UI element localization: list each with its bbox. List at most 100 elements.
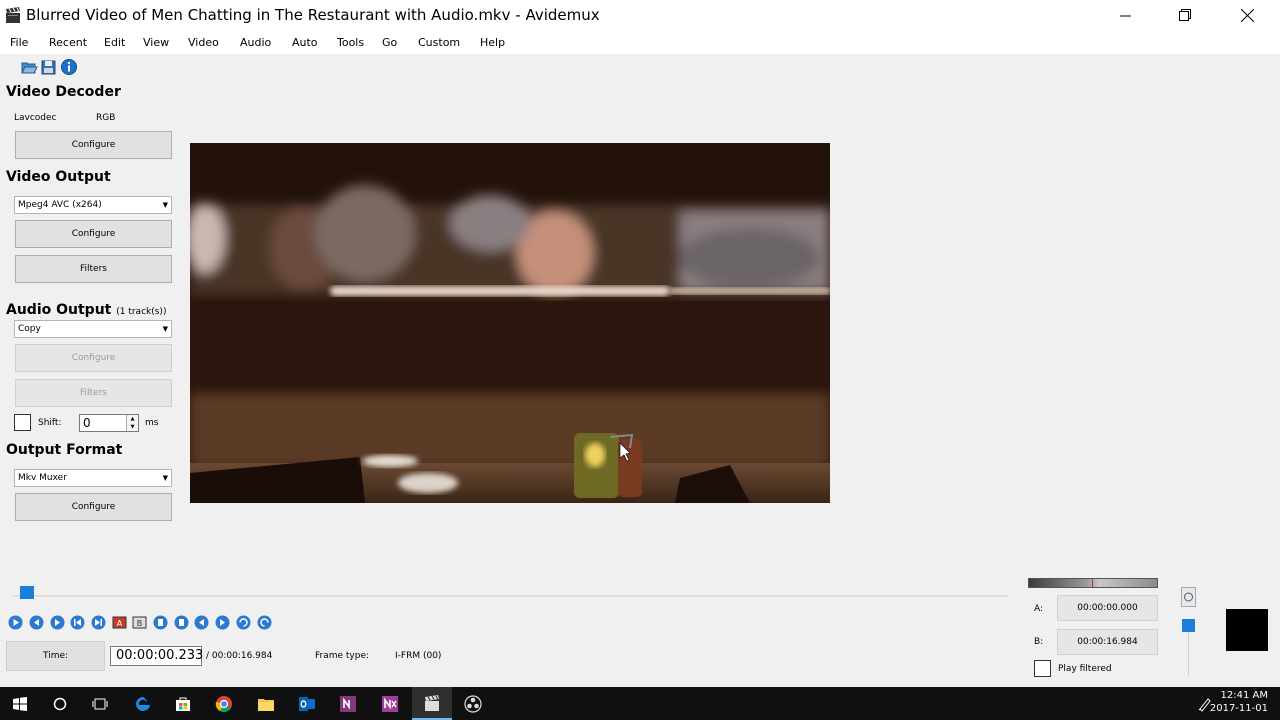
toolbar — [0, 56, 1280, 78]
chrome-icon — [215, 695, 232, 712]
set-marker-a-icon[interactable]: A — [112, 615, 127, 630]
video-codec-select[interactable]: Mpeg4 AVC (x264) ▼ — [14, 196, 172, 214]
previous-black-frame-icon[interactable] — [194, 615, 209, 630]
onenote-2016-icon — [382, 695, 398, 712]
shift-label: Shift: — [38, 418, 62, 428]
info-icon[interactable] — [60, 58, 78, 76]
menu-go[interactable]: Go — [382, 36, 397, 49]
audio-filters-button[interactable]: Filters — [15, 379, 172, 407]
minimize-icon — [1119, 15, 1131, 16]
previous-frame-icon[interactable] — [29, 615, 44, 630]
cortana-button[interactable] — [40, 687, 80, 720]
menu-recent[interactable]: Recent — [49, 36, 87, 49]
onenote-icon — [340, 695, 356, 712]
outlook-button[interactable] — [287, 687, 327, 720]
audio-output-title: Audio Output (1 track(s)) — [6, 302, 166, 318]
muxer-value: Mkv Muxer — [18, 473, 67, 483]
shift-unit: ms — [145, 418, 159, 428]
timeline-slider[interactable] — [12, 586, 1008, 600]
menu-tools[interactable]: Tools — [337, 36, 364, 49]
window-title: Blurred Video of Men Chatting in The Res… — [26, 6, 600, 24]
previous-keyframe-icon[interactable] — [70, 615, 85, 630]
spin-buttons[interactable]: ▲ ▼ — [126, 415, 138, 431]
video-filters-button[interactable]: Filters — [15, 255, 172, 283]
timeline-playhead[interactable] — [19, 586, 34, 599]
menu-video[interactable]: Video — [188, 36, 219, 49]
output-format-configure-button[interactable]: Configure — [15, 493, 172, 521]
obs-button[interactable] — [453, 687, 493, 720]
go-to-marker-a-icon[interactable] — [153, 615, 168, 630]
next-keyframe-icon[interactable] — [91, 615, 106, 630]
shift-checkbox[interactable] — [14, 414, 31, 431]
menu-custom[interactable]: Custom — [418, 36, 460, 49]
video-preview[interactable] — [190, 143, 830, 503]
edge-button[interactable] — [123, 687, 163, 720]
marker-b-time[interactable]: 00:00:16.984 — [1057, 629, 1158, 655]
title-bar: Blurred Video of Men Chatting in The Res… — [0, 0, 1280, 32]
output-format-title: Output Format — [6, 442, 123, 458]
muxer-select[interactable]: Mkv Muxer ▼ — [14, 469, 172, 487]
menu-view[interactable]: View — [143, 36, 169, 49]
go-to-marker-b-icon[interactable] — [174, 615, 189, 630]
menu-edit[interactable]: Edit — [104, 36, 125, 49]
shift-input[interactable]: 0 ▲ ▼ — [79, 414, 139, 432]
next-black-frame-icon[interactable] — [215, 615, 230, 630]
taskbar-clock[interactable]: 12:41 AM 2017-11-01 — [1210, 689, 1268, 715]
restore-icon — [1179, 9, 1191, 21]
video-codec-value: Mpeg4 AVC (x264) — [18, 200, 102, 210]
video-frame-image — [190, 143, 830, 503]
frame-type-label: Frame type: — [315, 651, 370, 661]
avidemux-taskbar-button[interactable] — [412, 687, 452, 720]
decoder-format: RGB — [96, 113, 116, 123]
time-button[interactable]: Time: — [6, 641, 105, 671]
minimize-button[interactable] — [1102, 0, 1148, 30]
spin-down-icon[interactable]: ▼ — [127, 423, 138, 431]
frame-type-value: I-FRM (00) — [395, 651, 442, 661]
restore-button[interactable] — [1162, 0, 1208, 30]
marker-a-time[interactable]: 00:00:00.000 — [1057, 595, 1158, 621]
marker-b-label: B: — [1034, 637, 1044, 647]
next-frame-icon[interactable] — [50, 615, 65, 630]
onenote-button[interactable] — [328, 687, 368, 720]
windows-start-button[interactable] — [0, 687, 40, 720]
store-button[interactable] — [163, 687, 203, 720]
volume-marker — [1092, 579, 1093, 587]
file-explorer-button[interactable] — [246, 687, 286, 720]
svg-text:A: A — [117, 619, 123, 628]
rotate-dial-icon[interactable] — [1181, 587, 1196, 607]
menu-help[interactable]: Help — [480, 36, 505, 49]
audio-output-configure-button[interactable]: Configure — [15, 344, 172, 372]
edge-icon — [136, 696, 150, 711]
total-duration: / 00:00:16.984 — [206, 651, 273, 661]
chrome-button[interactable] — [204, 687, 244, 720]
avidemux-app-icon — [6, 7, 20, 23]
store-icon — [176, 697, 190, 711]
open-file-icon[interactable] — [20, 58, 38, 76]
play-filtered-checkbox[interactable] — [1034, 660, 1051, 677]
play-icon[interactable] — [8, 615, 23, 630]
decoder-name: Lavcodec — [14, 113, 57, 123]
save-file-icon[interactable] — [40, 58, 58, 76]
task-view-button[interactable] — [80, 687, 120, 720]
menu-audio[interactable]: Audio — [240, 36, 271, 49]
video-output-title: Video Output — [6, 169, 111, 185]
go-to-start-icon[interactable] — [236, 615, 251, 630]
audio-codec-select[interactable]: Copy ▼ — [14, 320, 172, 338]
video-decoder-configure-button[interactable]: Configure — [15, 131, 172, 159]
task-view-icon — [92, 698, 108, 709]
volume-slider-handle[interactable] — [1182, 619, 1195, 632]
set-marker-b-icon[interactable]: B — [132, 615, 147, 630]
close-icon — [1240, 8, 1254, 22]
menu-auto[interactable]: Auto — [292, 36, 318, 49]
dropdown-arrow-icon: ▼ — [162, 325, 168, 333]
menu-file[interactable]: File — [10, 36, 28, 49]
menu-bar: File Recent Edit View Video Audio Auto T… — [0, 32, 1280, 54]
go-to-end-icon[interactable] — [257, 615, 272, 630]
close-button[interactable] — [1224, 0, 1270, 30]
onenote-2016-button[interactable] — [370, 687, 410, 720]
marker-a-label: A: — [1034, 604, 1044, 614]
current-time-field[interactable]: 00:00:00.233 — [110, 646, 203, 666]
volume-meter — [1028, 578, 1158, 588]
video-output-configure-button[interactable]: Configure — [15, 220, 172, 248]
spin-up-icon[interactable]: ▲ — [127, 415, 138, 423]
